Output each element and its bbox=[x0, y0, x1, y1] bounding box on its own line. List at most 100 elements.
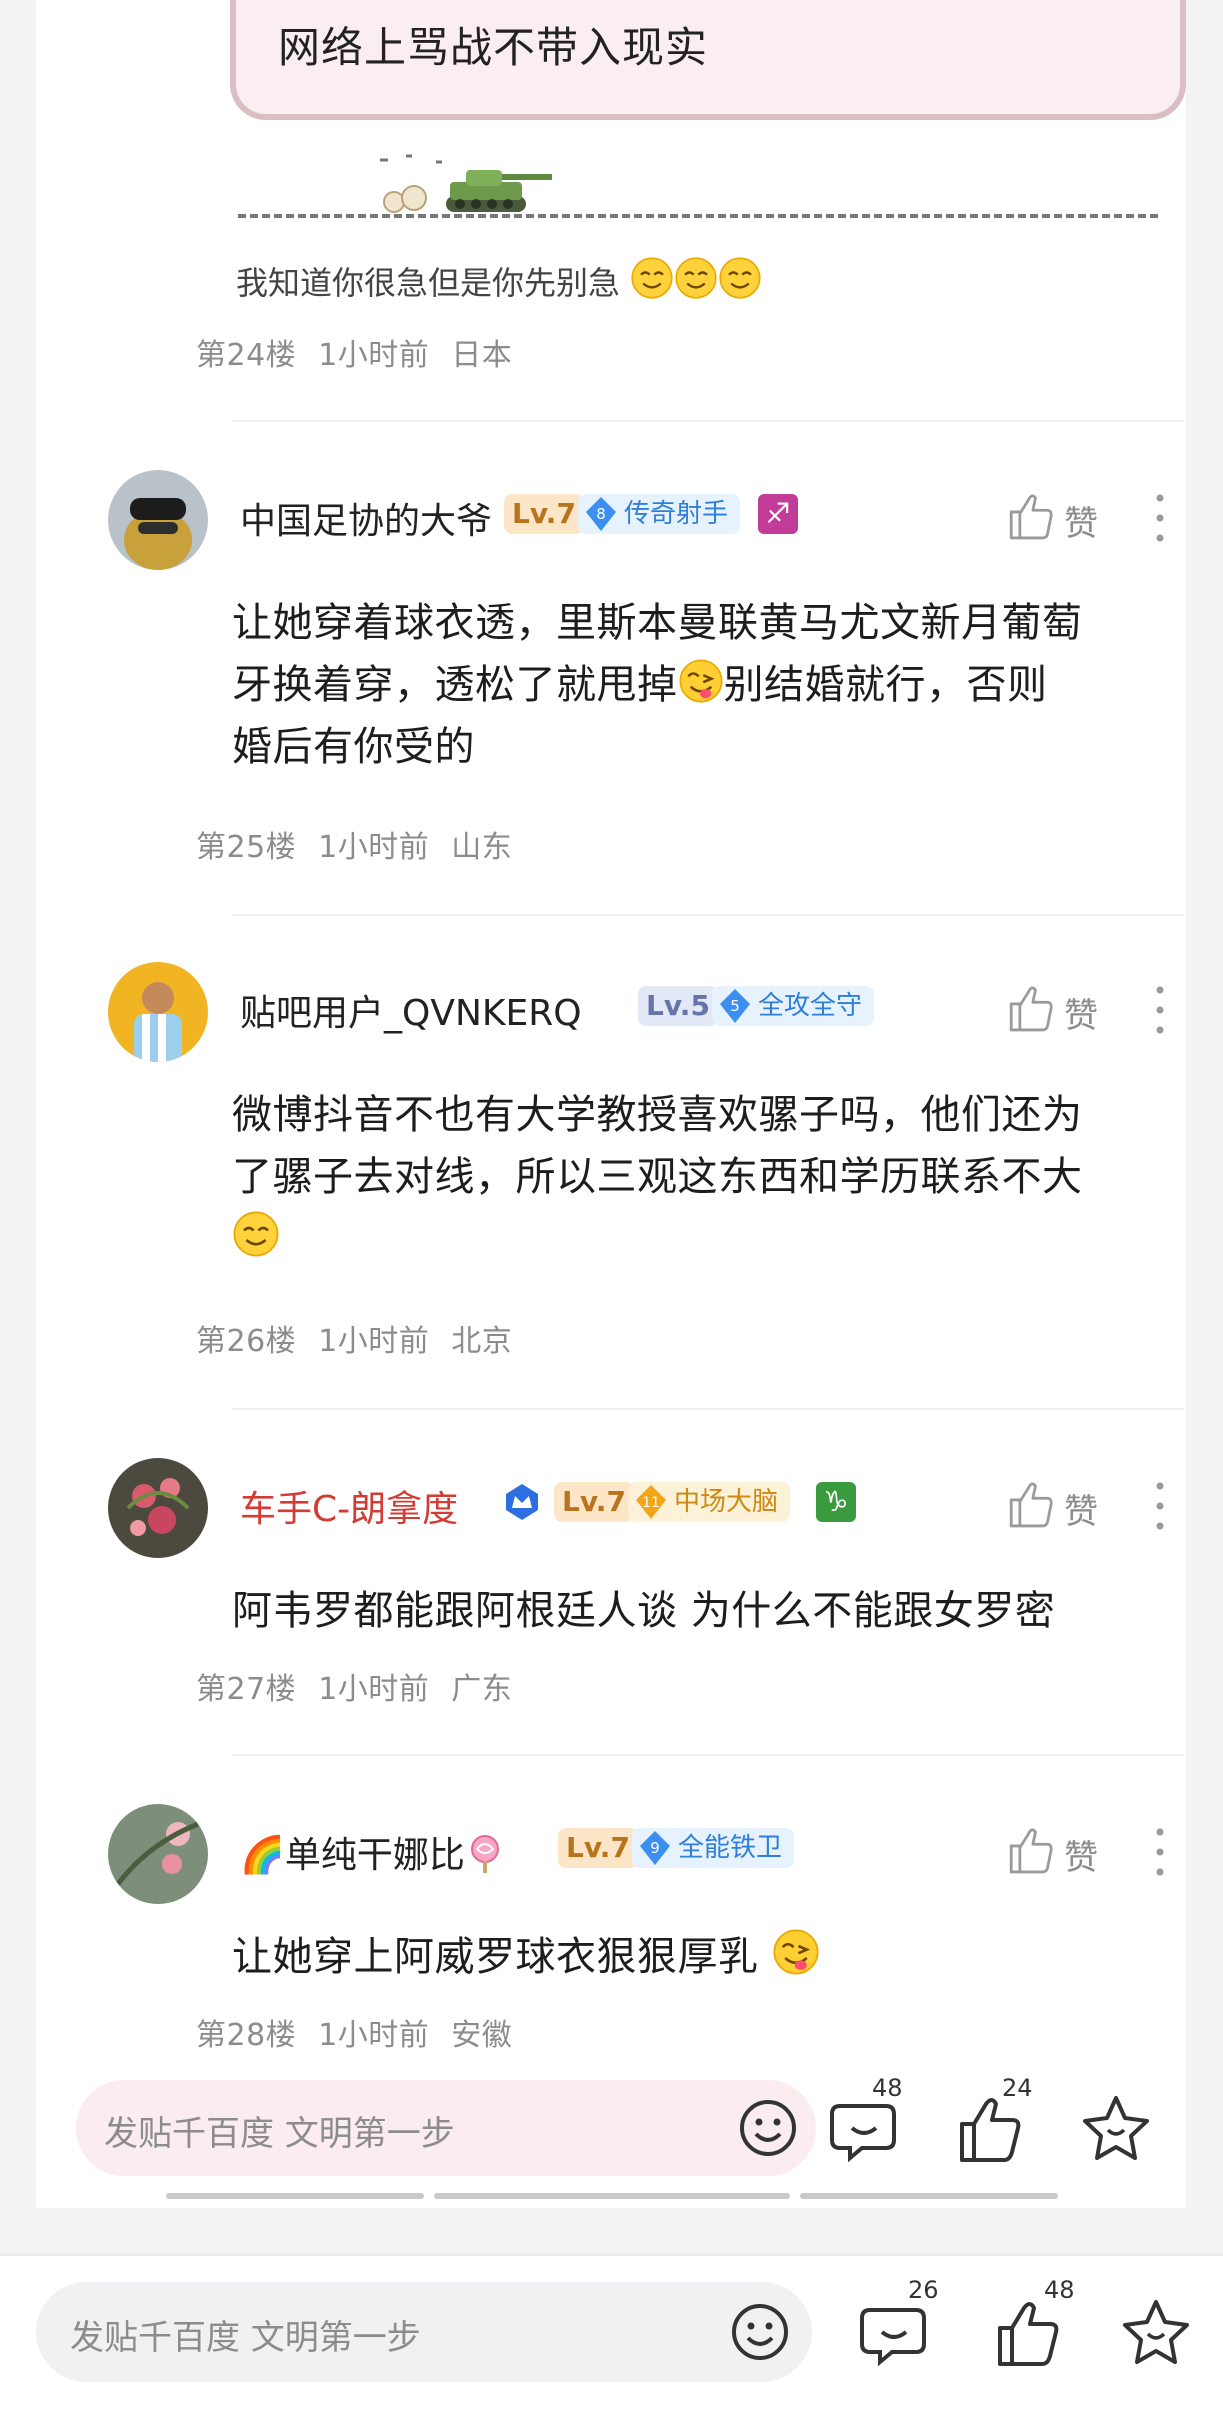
like-label: 赞 bbox=[1064, 1838, 1098, 1878]
like-icon[interactable] bbox=[952, 2090, 1032, 2170]
username[interactable]: 贴吧用户_QVNKERQ bbox=[240, 984, 582, 1036]
comment-line: 婚后有你受的 bbox=[232, 724, 475, 770]
title-badge: 8 传奇射手 bbox=[578, 494, 741, 534]
divider bbox=[232, 914, 1184, 916]
comment-card: 网络上骂战不带入现实 我知道你很急但是你先别急 第24楼 1小时前 日本 中国足协的… bbox=[36, 0, 1186, 2208]
floor-number: 第26楼 bbox=[196, 1324, 297, 1359]
like-label: 赞 bbox=[1064, 1492, 1098, 1532]
floor-number: 第27楼 bbox=[196, 1672, 297, 1707]
thumb-up-icon bbox=[1009, 1482, 1053, 1528]
smile-emoji-icon bbox=[675, 256, 718, 300]
comment-meta: 第27楼 1小时前 广东 bbox=[196, 1664, 534, 1708]
thumb-up-icon bbox=[1009, 494, 1053, 540]
comment-count: 48 bbox=[872, 2074, 903, 2102]
like-button[interactable]: 赞 bbox=[1006, 1476, 1126, 1536]
level-badge: Lv.5 bbox=[638, 986, 718, 1026]
scroll-indicator bbox=[800, 2193, 1058, 2199]
floor24-meta: 第24楼 1小时前 日本 bbox=[196, 330, 534, 374]
username[interactable]: 中国足协的大爷 bbox=[240, 492, 492, 544]
smile-emoji-icon bbox=[719, 256, 762, 300]
post-time: 1小时前 bbox=[318, 338, 430, 373]
floor24-reply-label: 我知道你很急但是你先别急 bbox=[236, 264, 621, 302]
more-options-icon[interactable] bbox=[1152, 1822, 1168, 1882]
svg-text:9: 9 bbox=[650, 1839, 660, 1857]
title-badge: 5 全攻全守 bbox=[712, 986, 875, 1026]
username[interactable]: 🌈单纯干娜比 bbox=[240, 1826, 505, 1878]
svg-text:11: 11 bbox=[642, 1495, 660, 1511]
comment-line: 让她穿着球衣透，里斯本曼联黄马尤文新月葡萄 bbox=[232, 600, 1083, 646]
like-button[interactable]: 赞 bbox=[1006, 1822, 1126, 1882]
like-label: 赞 bbox=[1064, 504, 1098, 544]
comment-icon[interactable] bbox=[856, 2294, 936, 2374]
comment-line bbox=[232, 1208, 1172, 1270]
comment-text: 让她穿上阿威罗球衣狠狠厚乳 bbox=[232, 1926, 1172, 1988]
level-badge: Lv.7 bbox=[554, 1482, 634, 1522]
avatar[interactable] bbox=[108, 962, 208, 1062]
comment-meta: 第25楼 1小时前 山东 bbox=[196, 822, 534, 866]
like-icon[interactable] bbox=[990, 2294, 1070, 2374]
username-label: 单纯干娜比 bbox=[284, 1835, 465, 1876]
like-button[interactable]: 赞 bbox=[1006, 980, 1126, 1040]
like-count: 48 bbox=[1044, 2276, 1075, 2304]
comment-line: 牙换着穿，透松了就甩掉 别结婚就行，否则 bbox=[232, 654, 1172, 716]
thumb-up-icon bbox=[1009, 1828, 1053, 1874]
post-time: 1小时前 bbox=[318, 2018, 430, 2053]
post-location: 安徽 bbox=[451, 2018, 513, 2053]
star-icon[interactable] bbox=[1076, 2090, 1156, 2170]
level-badge: Lv.7 bbox=[558, 1828, 638, 1868]
title-badge-label: 中场大脑 bbox=[674, 1487, 779, 1517]
username[interactable]: 车手C-朗拿度 bbox=[240, 1480, 458, 1532]
emoji-picker-icon[interactable] bbox=[734, 2094, 802, 2162]
post-time: 1小时前 bbox=[318, 1672, 430, 1707]
emoji-picker-icon[interactable] bbox=[726, 2298, 794, 2366]
title-badge-label: 全能铁卫 bbox=[678, 1833, 783, 1863]
divider bbox=[232, 420, 1184, 422]
reply-input-placeholder: 发贴千百度 文明第一步 bbox=[70, 2318, 421, 2358]
like-label: 赞 bbox=[1064, 996, 1098, 1036]
zodiac-capricorn-icon: ♑ bbox=[816, 1482, 856, 1522]
post-location: 广东 bbox=[451, 1672, 513, 1707]
gem-icon: 5 bbox=[720, 989, 750, 1023]
avatar[interactable] bbox=[108, 1458, 208, 1558]
more-options-icon[interactable] bbox=[1152, 980, 1168, 1040]
level-badge: Lv.7 bbox=[504, 494, 584, 534]
more-options-icon[interactable] bbox=[1152, 1476, 1168, 1536]
divider bbox=[232, 1408, 1184, 1410]
gem-icon: 11 bbox=[636, 1485, 666, 1519]
comment-count: 26 bbox=[908, 2276, 939, 2304]
comment-meta: 第26楼 1小时前 北京 bbox=[196, 1316, 534, 1360]
reply-input-placeholder: 发贴千百度 文明第一步 bbox=[104, 2114, 455, 2154]
reply-action-bar: 发贴千百度 文明第一步 48 24 bbox=[36, 2050, 1186, 2208]
zodiac-sagittarius-icon: ♐ bbox=[758, 494, 798, 534]
like-button[interactable]: 赞 bbox=[1006, 488, 1126, 548]
quoted-message-text: 网络上骂战不带入现实 bbox=[278, 23, 709, 72]
comment-text: 让她穿着球衣透，里斯本曼联黄马尤文新月葡萄 牙换着穿，透松了就甩掉 别结婚就行，否… bbox=[232, 592, 1172, 778]
scroll-indicator bbox=[434, 2193, 790, 2199]
reply-input[interactable]: 发贴千百度 文明第一步 bbox=[76, 2080, 816, 2176]
svg-text:5: 5 bbox=[730, 997, 740, 1015]
reply-input[interactable]: 发贴千百度 文明第一步 bbox=[36, 2282, 812, 2382]
tank-doodle-icon bbox=[380, 154, 552, 213]
gem-icon: 9 bbox=[640, 1831, 670, 1865]
floor-number: 第24楼 bbox=[196, 338, 297, 373]
quoted-message-box: 网络上骂战不带入现实 bbox=[230, 0, 1186, 120]
vip-crown-icon bbox=[506, 1484, 538, 1520]
post-location: 日本 bbox=[451, 338, 513, 373]
title-badge-label: 全攻全守 bbox=[758, 991, 863, 1021]
yum-emoji-icon bbox=[678, 659, 723, 703]
title-badge: 9 全能铁卫 bbox=[632, 1828, 795, 1868]
comment-icon[interactable] bbox=[826, 2090, 906, 2170]
like-count: 24 bbox=[1002, 2074, 1033, 2102]
comment-line: 了骡子去对线，所以三观这东西和学历联系不大 bbox=[232, 1154, 1083, 1200]
star-icon[interactable] bbox=[1116, 2294, 1196, 2374]
smile-emoji-icon bbox=[233, 1211, 279, 1257]
yum-emoji-icon bbox=[772, 1929, 819, 1975]
lollipop-icon bbox=[470, 1835, 499, 1873]
avatar[interactable] bbox=[108, 1804, 208, 1904]
floor24-reply-text: 我知道你很急但是你先别急 bbox=[236, 256, 762, 304]
avatar[interactable] bbox=[108, 470, 208, 570]
comment-text: 微博抖音不也有大学教授喜欢骡子吗，他们还为 了骡子去对线，所以三观这东西和学历联… bbox=[232, 1084, 1172, 1270]
more-options-icon[interactable] bbox=[1152, 488, 1168, 548]
title-badge-label: 传奇射手 bbox=[624, 499, 729, 529]
scroll-indicator bbox=[166, 2193, 424, 2199]
